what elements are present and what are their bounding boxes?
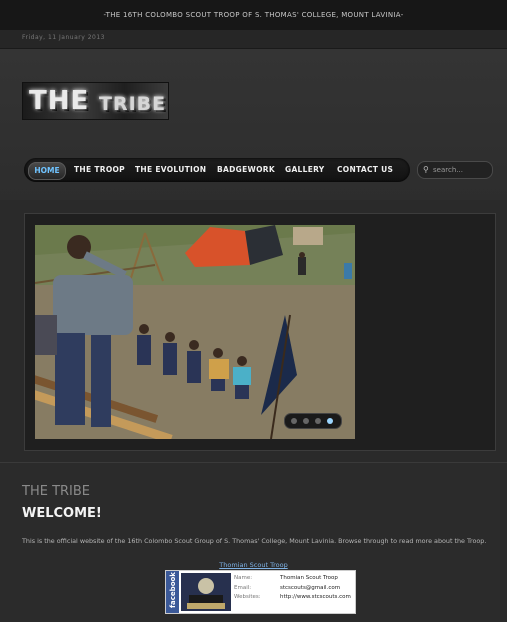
facebook-badge[interactable]: facebook Name: Thomian Scout Troop Email… — [165, 570, 356, 614]
nav-item-home[interactable]: HOME — [28, 162, 66, 180]
site-tagline: -THE 16TH COLOMBO SCOUT TROOP OF S. THOM… — [103, 11, 404, 19]
fb-email-value[interactable]: stcscouts@gmail.com — [280, 585, 340, 591]
slider-photo — [35, 225, 355, 439]
site-header: THE TRIBE HOME THE TROOP THE EVOLUTION B… — [0, 49, 507, 200]
profile-picture — [181, 573, 231, 611]
logo-text-the: THE — [29, 86, 90, 116]
fb-email-label: Email: — [234, 585, 252, 591]
top-banner: -THE 16TH COLOMBO SCOUT TROOP OF S. THOM… — [0, 0, 507, 30]
slider-dot-1[interactable] — [291, 418, 297, 424]
slider-pagination — [284, 413, 342, 429]
nav-item-badgework[interactable]: BADGEWORK — [217, 165, 275, 174]
nav-item-the-evolution[interactable]: THE EVOLUTION — [135, 165, 206, 174]
troop-emblem-image — [181, 573, 231, 611]
date-bar: Friday, 11 January 2013 — [0, 30, 507, 49]
section-title: THE TRIBE — [22, 484, 91, 499]
fb-name-value: Thomian Scout Troop — [280, 575, 338, 581]
fb-website-value[interactable]: http://www.stcscouts.com — [280, 594, 351, 600]
search-icon: ⚲ — [423, 165, 429, 174]
main-navigation: HOME THE TROOP THE EVOLUTION BADGEWORK G… — [24, 158, 410, 182]
nav-item-gallery[interactable]: GALLERY — [285, 165, 325, 174]
logo-text-tribe: TRIBE — [99, 93, 167, 115]
site-logo[interactable]: THE TRIBE — [22, 82, 169, 120]
fb-website-label: Websites: — [234, 594, 261, 600]
image-slider — [24, 213, 496, 451]
slider-dot-2[interactable] — [303, 418, 309, 424]
intro-text: This is the official website of the 16th… — [22, 537, 487, 545]
fb-name-label: Name: — [234, 575, 253, 581]
current-date: Friday, 11 January 2013 — [22, 34, 105, 41]
slider-dot-3[interactable] — [315, 418, 321, 424]
facebook-page-link[interactable]: Thomian Scout Troop — [0, 561, 507, 569]
facebook-logo: facebook — [166, 571, 179, 613]
nav-item-the-troop[interactable]: THE TROOP — [74, 165, 125, 174]
search-input[interactable]: search... — [433, 166, 463, 174]
welcome-heading: WELCOME! — [22, 506, 102, 521]
nav-item-contact-us[interactable]: CONTACT US — [337, 165, 393, 174]
slider-dot-4[interactable] — [327, 418, 333, 424]
search-box[interactable]: ⚲ search... — [417, 161, 493, 179]
scout-photo — [35, 225, 355, 439]
